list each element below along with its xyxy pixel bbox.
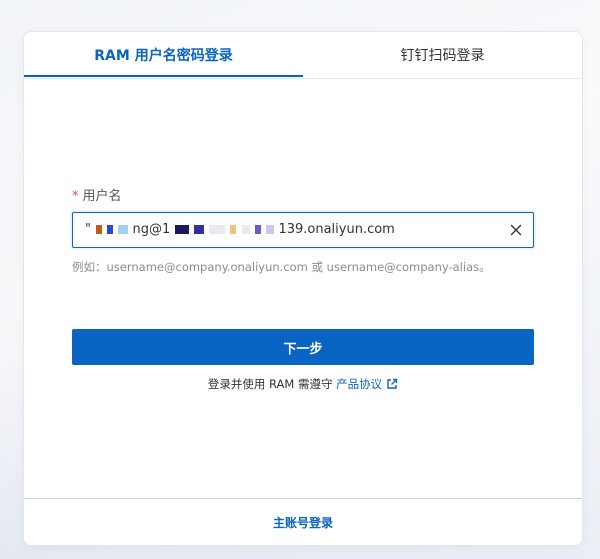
tab-dingtalk-qr-label: 钉钉扫码登录 bbox=[400, 47, 485, 64]
masked-segment bbox=[265, 225, 274, 234]
main-account-login-link[interactable]: 主账号登录 bbox=[24, 514, 582, 531]
next-button-label: 下一步 bbox=[283, 341, 323, 357]
external-link-icon[interactable] bbox=[386, 378, 398, 393]
agreement-text: 登录并使用 RAM 需遵守 bbox=[207, 377, 333, 391]
masked-segment bbox=[209, 225, 226, 234]
active-tab-indicator bbox=[24, 75, 303, 77]
username-label-text: 用户名 bbox=[82, 189, 122, 204]
username-input[interactable]: " ng@1 139.onaliyun.com bbox=[72, 212, 534, 248]
username-label: * 用户名 bbox=[72, 185, 122, 204]
tab-ram-password-label: RAM 用户名密码登录 bbox=[94, 47, 233, 64]
close-icon[interactable] bbox=[507, 221, 525, 239]
footer-divider bbox=[24, 498, 582, 499]
masked-segment bbox=[241, 225, 250, 234]
username-prefix: " bbox=[85, 222, 91, 237]
product-agreement-link[interactable]: 产品协议 bbox=[336, 377, 382, 391]
login-card: RAM 用户名密码登录 钉钉扫码登录 * 用户名 " ng@1 139.onali… bbox=[23, 31, 583, 546]
username-input-value: " ng@1 139.onaliyun.com bbox=[85, 213, 395, 247]
next-button[interactable]: 下一步 bbox=[72, 329, 534, 365]
masked-segment bbox=[95, 225, 102, 234]
masked-segment bbox=[254, 225, 261, 234]
login-tabs: RAM 用户名密码登录 钉钉扫码登录 bbox=[24, 32, 582, 79]
masked-segment bbox=[117, 225, 128, 234]
tab-ram-password[interactable]: RAM 用户名密码登录 bbox=[24, 32, 303, 77]
agreement-line: 登录并使用 RAM 需遵守 产品协议 bbox=[24, 376, 582, 393]
masked-segment bbox=[230, 225, 237, 234]
masked-segment bbox=[106, 225, 113, 234]
masked-segment bbox=[194, 225, 205, 234]
tab-dingtalk-qr[interactable]: 钉钉扫码登录 bbox=[303, 32, 582, 77]
required-mark: * bbox=[72, 189, 79, 204]
username-hint: 例如：username@company.onaliyun.com 或 usern… bbox=[72, 260, 491, 274]
masked-segment bbox=[174, 225, 189, 234]
username-part-a: ng@1 bbox=[132, 222, 171, 237]
username-part-b: 139.onaliyun.com bbox=[278, 222, 395, 237]
